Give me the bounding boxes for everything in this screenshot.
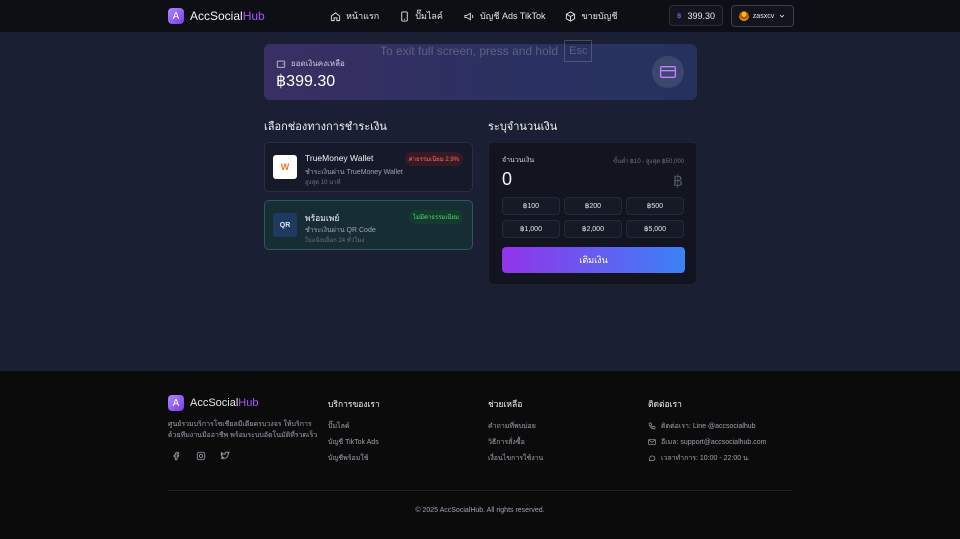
nav-likes[interactable]: ปั๊มไลค์ bbox=[399, 9, 443, 23]
footer-services: บริการของเรา ปั๊มไลค์ บัญชี TikTok Ads บ… bbox=[328, 397, 380, 470]
payment-method-sub: ใบแจ้งบล็อก 24 ชั่วโมง bbox=[305, 238, 365, 244]
quick-amount-button[interactable]: ฿200 bbox=[564, 197, 622, 215]
instagram-icon[interactable] bbox=[196, 451, 206, 461]
payment-method-sub: สูงสุด 10 นาที bbox=[305, 180, 341, 186]
quick-amount-button[interactable]: ฿5,000 bbox=[626, 220, 684, 238]
facebook-icon[interactable] bbox=[172, 451, 182, 461]
payment-method-name: พร้อมเพย์ bbox=[305, 213, 340, 223]
contact-text: อีเมล: support@accsocialhub.com bbox=[661, 438, 767, 446]
top-navbar: A AccSocialHub หน้าแรก ปั๊มไลค์ บัญชี Ad… bbox=[0, 0, 960, 32]
footer: A AccSocialHub ศูนย์รวมบริการโซเชียลมีเด… bbox=[0, 371, 960, 539]
footer-help: ช่วยเหลือ คำถามที่พบบ่อย วิธีการสั่งซื้อ… bbox=[488, 397, 543, 470]
currency-symbol: ฿ bbox=[672, 173, 683, 190]
payment-section-title: เลือกช่องทางการชำระเงิน bbox=[264, 121, 387, 133]
fee-badge: ค่าธรรมเนียม 2.9% bbox=[404, 152, 463, 166]
quick-amount-button[interactable]: ฿500 bbox=[626, 197, 684, 215]
truemoney-logo-text: W bbox=[280, 162, 290, 172]
footer-link[interactable]: คำถามที่พบบ่อย bbox=[488, 422, 543, 430]
footer-link[interactable]: ปั๊มไลค์ bbox=[328, 422, 380, 430]
box-icon bbox=[566, 10, 576, 22]
footer-link[interactable]: เงื่อนไขการใช้งาน bbox=[488, 454, 543, 462]
brand-accent: Hub bbox=[238, 397, 259, 409]
balance-label-row: ยอดเงินคงเหลือ bbox=[276, 57, 345, 70]
topup-button[interactable]: เติมเงิน bbox=[502, 247, 685, 273]
contact-text: เวลาทำการ: 10:00 - 22:00 น. bbox=[661, 454, 750, 462]
twitter-icon[interactable] bbox=[220, 451, 230, 461]
quick-amount-button[interactable]: ฿1,000 bbox=[502, 220, 560, 238]
contact-hours: เวลาทำการ: 10:00 - 22:00 น. bbox=[648, 454, 766, 462]
brand-name: AccSocial bbox=[190, 397, 239, 409]
quick-amount-button[interactable]: ฿2,000 bbox=[564, 220, 622, 238]
fullscreen-hint: To exit full screen, press and hold Esc bbox=[380, 40, 593, 62]
footer-col-title: ช่วยเหลือ bbox=[488, 399, 523, 409]
logo-badge: A bbox=[168, 8, 184, 24]
credit-card-icon bbox=[660, 66, 676, 78]
user-menu[interactable]: zasxcv bbox=[731, 5, 794, 27]
nav-label: หน้าแรก bbox=[346, 11, 380, 21]
chat-icon bbox=[648, 455, 656, 462]
logo-badge: A bbox=[168, 395, 184, 411]
contact-email: อีเมล: support@accsocialhub.com bbox=[648, 438, 766, 446]
baht-icon: ฿ bbox=[677, 12, 682, 20]
balance-amount: ฿399.30 bbox=[276, 73, 336, 90]
footer-col-title: บริการของเรา bbox=[328, 399, 380, 409]
footer-brand[interactable]: A AccSocialHub bbox=[168, 395, 258, 411]
footer-link[interactable]: บัญชี TikTok Ads bbox=[328, 438, 380, 446]
megaphone-icon bbox=[464, 11, 474, 21]
amount-section-title: ระบุจำนวนเงิน bbox=[488, 121, 558, 133]
nav-home[interactable]: หน้าแรก bbox=[330, 9, 379, 23]
brand-logo[interactable]: A AccSocialHub bbox=[168, 8, 265, 24]
promptpay-logo-text: QR bbox=[279, 221, 291, 229]
payment-method-truemoney[interactable]: W TrueMoney Wallet ชำระเงินผ่าน TrueMone… bbox=[264, 142, 473, 192]
nav-tiktok-ads[interactable]: บัญชี Ads TikTok bbox=[463, 9, 546, 23]
payment-method-name: TrueMoney Wallet bbox=[305, 153, 374, 163]
social-links bbox=[172, 451, 230, 461]
main-nav: หน้าแรก ปั๊มไลค์ บัญชี Ads TikTok ขายบัญ… bbox=[330, 0, 617, 32]
footer-col-title: ติดต่อเรา bbox=[648, 399, 682, 409]
amount-panel: จำนวนเงิน ขั้นต่ำ ฿10 - สูงสุด ฿50,000 0… bbox=[488, 142, 697, 285]
nav-label: ปั๊มไลค์ bbox=[415, 11, 443, 21]
payment-method-promptpay[interactable]: QR พร้อมเพย์ ชำระเงินผ่าน QR Code ใบแจ้ง… bbox=[264, 200, 473, 250]
esc-key: Esc bbox=[564, 40, 593, 62]
nav-label: ขายบัญชี bbox=[581, 11, 618, 21]
mail-icon bbox=[648, 439, 656, 445]
brand-name: AccSocial bbox=[190, 9, 243, 23]
footer-contact: ติดต่อเรา ติดต่อเรา: Line @accsocialhub … bbox=[648, 397, 766, 470]
footer-link[interactable]: บัญชีพร้อมใช้ bbox=[328, 454, 380, 462]
truemoney-logo: W bbox=[273, 155, 297, 179]
phone-icon bbox=[648, 422, 656, 430]
avatar bbox=[738, 11, 749, 21]
fullscreen-hint-text: To exit full screen, press and hold bbox=[380, 44, 559, 58]
footer-divider bbox=[168, 490, 792, 491]
fee-badge: ไม่มีค่าธรรมเนียม bbox=[409, 210, 463, 224]
contact-text: ติดต่อเรา: Line @accsocialhub bbox=[661, 422, 756, 430]
footer-link[interactable]: วิธีการสั่งซื้อ bbox=[488, 438, 543, 446]
card-icon-badge bbox=[652, 56, 684, 88]
copyright: © 2025 AccSocialHub. All rights reserved… bbox=[415, 507, 545, 514]
amount-range: ขั้นต่ำ ฿10 - สูงสุด ฿50,000 bbox=[613, 159, 684, 165]
brand-accent: Hub bbox=[242, 9, 265, 23]
phone-icon bbox=[401, 10, 408, 22]
balance-value: 399.30 bbox=[687, 10, 715, 21]
nav-sell-accounts[interactable]: ขายบัญชี bbox=[565, 9, 617, 23]
home-icon bbox=[330, 11, 341, 21]
promptpay-logo: QR bbox=[273, 213, 297, 237]
quick-amount-button[interactable]: ฿100 bbox=[502, 197, 560, 215]
amount-label: จำนวนเงิน bbox=[502, 157, 535, 164]
balance-pill[interactable]: ฿ 399.30 bbox=[669, 5, 723, 26]
wallet-icon bbox=[276, 60, 286, 68]
nav-label: บัญชี Ads TikTok bbox=[479, 11, 546, 21]
footer-description: ศูนย์รวมบริการโซเชียลมีเดียครบวงจร ให้บร… bbox=[168, 421, 318, 439]
contact-line: ติดต่อเรา: Line @accsocialhub bbox=[648, 422, 766, 430]
username: zasxcv bbox=[752, 12, 775, 20]
amount-input[interactable]: 0 bbox=[502, 169, 512, 190]
balance-label: ยอดเงินคงเหลือ bbox=[291, 59, 345, 68]
chevron-down-icon bbox=[779, 14, 785, 18]
